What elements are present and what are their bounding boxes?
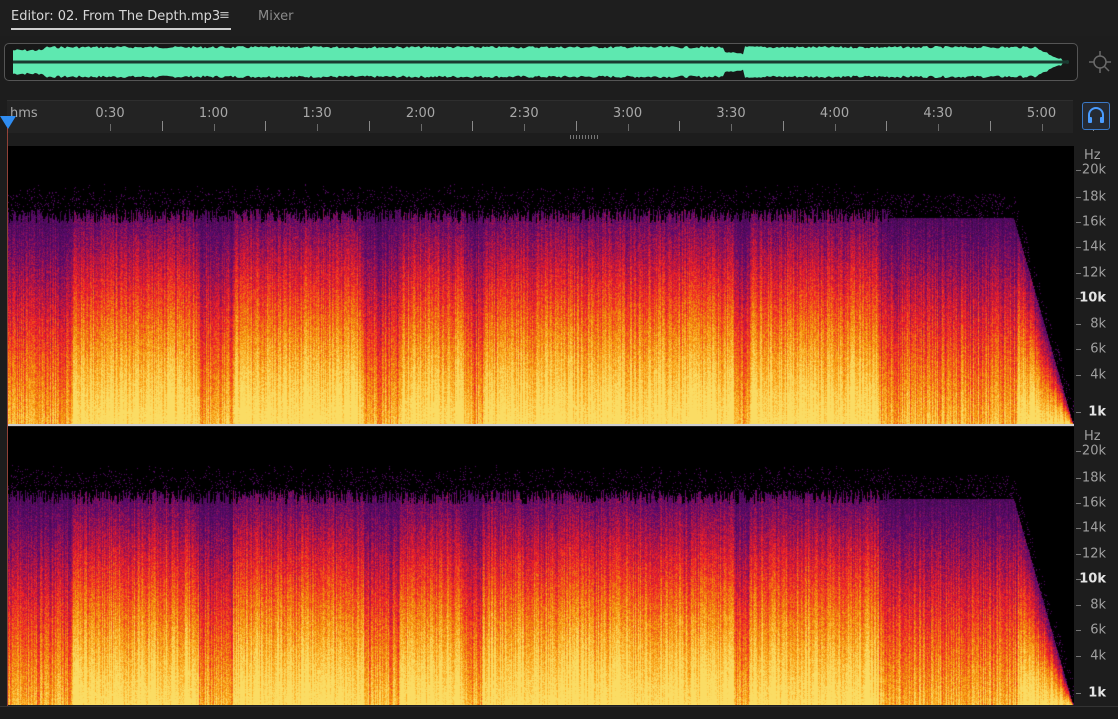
frequency-label: 4k	[1090, 648, 1106, 664]
frequency-label: 20k	[1081, 162, 1106, 178]
frequency-tick	[1076, 298, 1081, 299]
frequency-label: 16k	[1081, 495, 1106, 511]
frequency-tick	[1076, 503, 1081, 504]
frequency-unit-label: Hz	[1084, 429, 1101, 444]
ruler-tick	[782, 121, 784, 131]
frequency-tick	[1076, 412, 1081, 413]
tab-mixer[interactable]: Mixer	[258, 9, 293, 24]
ruler-label: 1:00	[198, 106, 229, 121]
spectrogram-canvas-right	[8, 427, 1074, 705]
ruler-tick	[575, 121, 577, 131]
frequency-label: 8k	[1090, 316, 1106, 332]
frequency-tick	[1076, 528, 1081, 529]
frequency-tick	[1076, 693, 1081, 694]
frequency-tick	[1076, 630, 1081, 631]
frequency-unit-label: Hz	[1084, 148, 1101, 163]
spectrogram-channel-left[interactable]	[8, 146, 1074, 424]
ruler-tick	[110, 124, 111, 131]
ruler-tick	[368, 121, 370, 131]
frequency-tick	[1076, 197, 1081, 198]
overview-waveform-graphic	[13, 46, 1069, 78]
frequency-tick	[1076, 605, 1081, 606]
frequency-tick	[1076, 478, 1081, 479]
headphones-icon[interactable]	[1082, 102, 1110, 130]
ruler-label: 2:30	[509, 106, 539, 121]
frequency-label: 12k	[1081, 546, 1106, 562]
frequency-tick	[1076, 170, 1081, 171]
ruler-tick	[161, 121, 163, 131]
ruler-label: 0:30	[95, 106, 125, 121]
ruler-tick	[213, 124, 215, 131]
frequency-label: 16k	[1081, 214, 1106, 230]
frequency-label: 20k	[1081, 443, 1106, 459]
ruler-label: 5:00	[1026, 106, 1057, 121]
frequency-label: 14k	[1081, 239, 1106, 255]
frequency-label: 18k	[1081, 470, 1106, 486]
frequency-tick	[1076, 324, 1081, 325]
ruler-tick	[317, 124, 318, 131]
ruler-tick	[731, 124, 732, 131]
frequency-label: 12k	[1081, 265, 1106, 281]
frequency-tick	[1076, 349, 1081, 350]
frequency-axis-left: Hz 20k 18k 16k 14k 12k 10k 8k 6k 4k 1k	[1076, 146, 1118, 424]
frequency-label: 18k	[1081, 189, 1106, 205]
frequency-tick	[1076, 451, 1081, 452]
ruler-tick	[420, 124, 422, 131]
frequency-tick	[1076, 247, 1081, 248]
frequency-label: 1k	[1088, 685, 1106, 701]
ruler-label: 4:30	[923, 106, 953, 121]
ruler-tick	[524, 124, 525, 131]
editor-tab-bar: Editor: 02. From The Depth.mp3 ≡ Mixer	[0, 0, 1118, 36]
ruler-tick	[472, 121, 474, 131]
ruler-tick	[265, 121, 267, 131]
zoom-navigator-icon[interactable]	[1088, 50, 1112, 74]
panel-resize-grip[interactable]	[570, 135, 600, 139]
frequency-tick	[1076, 554, 1081, 555]
ruler-tick	[834, 124, 836, 131]
spectrogram-channel-right[interactable]	[8, 427, 1074, 705]
ruler-tick	[679, 121, 681, 131]
time-ruler[interactable]: hms 0:30 1:00 1:30 2:00 2:30 3:00 3:30 4:00 4:30…	[7, 100, 1095, 133]
ruler-label: 3:00	[612, 106, 643, 121]
frequency-tick	[1076, 375, 1081, 376]
playhead-line	[7, 128, 8, 706]
playhead-marker[interactable]	[0, 116, 16, 129]
ruler-tick	[938, 124, 939, 131]
overview-waveform[interactable]	[4, 43, 1078, 81]
ruler-tick	[1041, 124, 1043, 131]
frequency-label: 6k	[1090, 341, 1106, 357]
frequency-label: 8k	[1090, 597, 1106, 613]
ruler-tick	[627, 124, 629, 131]
frequency-tick	[1076, 656, 1081, 657]
frequency-label: 14k	[1081, 520, 1106, 536]
ruler-label: 4:00	[819, 106, 850, 121]
frequency-tick	[1076, 222, 1081, 223]
frequency-label: 4k	[1090, 367, 1106, 383]
frequency-label: 1k	[1088, 404, 1106, 420]
frequency-tick	[1076, 579, 1081, 580]
frequency-axis-right: Hz 20k 18k 16k 14k 12k 10k 8k 6k 4k 1k	[1076, 427, 1118, 705]
status-bar	[0, 706, 1118, 719]
active-tab-indicator	[11, 28, 231, 30]
ruler-tick	[886, 121, 888, 131]
ruler-label: 2:00	[405, 106, 436, 121]
ruler-tick	[989, 121, 991, 131]
frequency-label: 6k	[1090, 622, 1106, 638]
tab-editor[interactable]: Editor: 02. From The Depth.mp3	[11, 9, 220, 24]
ruler-label: 1:30	[302, 106, 332, 121]
ruler-label: 3:30	[716, 106, 746, 121]
frequency-label: 10k	[1079, 290, 1106, 306]
hamburger-menu-icon[interactable]: ≡	[219, 8, 230, 23]
spectrogram-canvas-left	[8, 146, 1074, 424]
channel-divider	[8, 424, 1074, 426]
frequency-label: 10k	[1079, 571, 1106, 587]
waveform-center-line	[13, 60, 1069, 64]
frequency-tick	[1076, 273, 1081, 274]
